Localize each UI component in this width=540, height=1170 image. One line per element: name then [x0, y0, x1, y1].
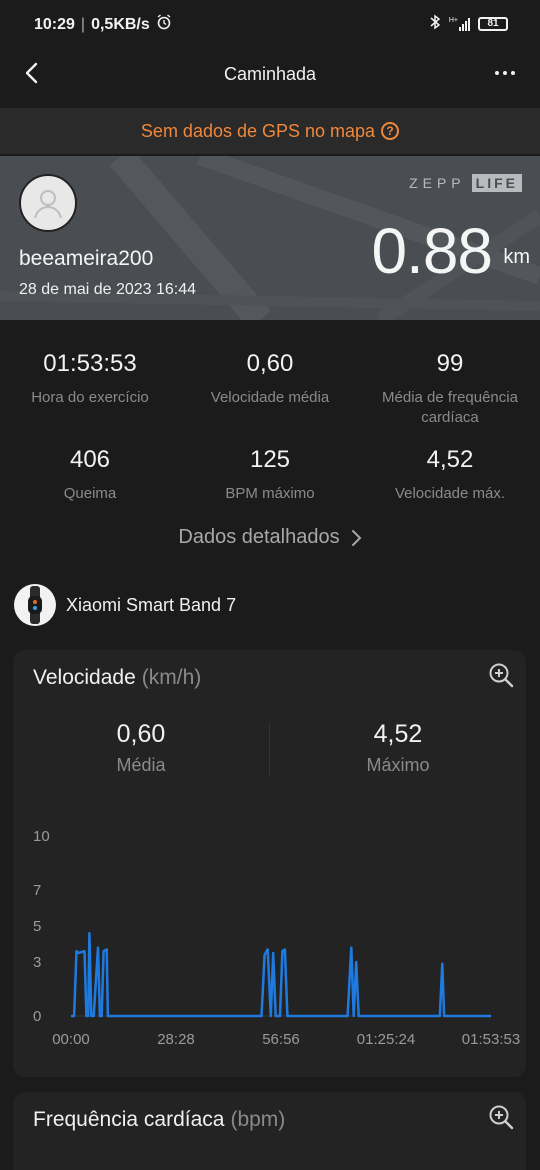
x-tick-label: 01:25:24 [357, 1031, 415, 1048]
speed-max-value: 4,52 [373, 720, 423, 748]
heart-card-title: Frequência cardíaca (bpm) [33, 1108, 285, 1132]
stat-value: 4,52 [426, 446, 474, 473]
user-icon [34, 190, 62, 219]
zepp-life-logo: ZEPP LIFE [409, 174, 522, 192]
distance-value: 0.88 [371, 215, 493, 287]
nav-bar: Caminhada [0, 48, 540, 104]
workout-datetime: 28 de mai de 2023 16:44 [19, 281, 197, 298]
chevron-right-icon [351, 529, 362, 546]
detailed-data-label: Dados detalhados [178, 526, 340, 548]
stat-label: Hora do exercício [31, 389, 149, 406]
stat-max-bpm: 125 BPM máximo [180, 446, 360, 504]
y-tick-label: 7 [33, 882, 41, 899]
battery-icon: 81 [478, 16, 508, 31]
zoom-in-button[interactable] [488, 662, 514, 688]
avatar[interactable] [19, 174, 77, 232]
zoom-in-icon [489, 663, 514, 688]
more-options-button[interactable] [490, 58, 520, 88]
bluetooth-icon [429, 14, 441, 33]
speed-series-line [71, 931, 491, 1018]
distance-unit: km [503, 246, 530, 268]
speed-title-text: Velocidade [33, 666, 136, 689]
alarm-icon [156, 14, 172, 35]
heart-unit: (bpm) [230, 1108, 286, 1131]
stat-duration: 01:53:53 Hora do exercício [0, 350, 180, 408]
y-tick-label: 5 [33, 918, 41, 935]
speed-avg-label: Média [116, 755, 166, 775]
stat-value: 406 [69, 446, 111, 473]
gps-banner[interactable]: Sem dados de GPS no mapa ? [0, 108, 540, 154]
stat-label: Velocidade média [210, 389, 330, 406]
speed-avg-value: 0,60 [116, 720, 166, 748]
speed-max-label: Máximo [366, 755, 430, 775]
y-tick-label: 10 [33, 828, 50, 845]
stat-value: 0,60 [246, 350, 294, 377]
y-tick-label: 0 [33, 1008, 41, 1025]
stat-label: Queima [63, 485, 117, 502]
gps-banner-text: Sem dados de GPS no mapa [140, 120, 376, 141]
x-tick-label: 56:56 [262, 1031, 300, 1048]
page-title: Caminhada [223, 64, 317, 84]
speed-card: Velocidade (km/h) 0,60 Média 4,52 Máximo … [13, 650, 526, 1077]
more-dot-icon [503, 71, 507, 75]
device-row[interactable]: Xiaomi Smart Band 7 [14, 584, 236, 626]
speed-avg: 0,60 Média [13, 720, 269, 776]
signal-icon: H+ [449, 17, 470, 31]
smart-band-icon [14, 584, 56, 626]
help-icon[interactable]: ? [381, 122, 400, 140]
x-tick-label: 01:53:53 [462, 1031, 520, 1048]
network-type: H+ [448, 16, 458, 24]
map-card: beeameira200 28 de mai de 2023 16:44 ZEP… [0, 156, 540, 320]
device-name: Xiaomi Smart Band 7 [66, 594, 237, 615]
brand-right: LIFE [471, 174, 522, 192]
stat-label: Média de frequência cardíaca [382, 389, 518, 426]
zoom-in-button[interactable] [488, 1104, 514, 1130]
stat-max-speed: 4,52 Velocidade máx. [360, 446, 540, 504]
clock-time: 10:29 [34, 15, 75, 33]
stat-avg-speed: 0,60 Velocidade média [180, 350, 360, 408]
stat-value: 99 [436, 350, 464, 377]
brand-left: ZEPP [409, 175, 466, 191]
more-dot-icon [511, 71, 515, 75]
more-dot-icon [495, 71, 499, 75]
speed-card-title: Velocidade (km/h) [33, 666, 201, 690]
stat-value: 01:53:53 [43, 350, 137, 377]
stat-calories: 406 Queima [0, 446, 180, 504]
y-tick-label: 3 [33, 954, 41, 971]
stat-value: 125 [249, 446, 291, 473]
status-separator: | [80, 15, 86, 33]
stat-label: BPM máximo [225, 485, 315, 502]
heart-rate-card: Frequência cardíaca (bpm) [13, 1092, 526, 1170]
speed-chart[interactable]: 0 3 5 7 10 00:00 28:28 56:56 01:25:24 01:53:53 [13, 820, 526, 1050]
detailed-data-link[interactable]: Dados detalhados [0, 526, 540, 549]
stat-label: Velocidade máx. [394, 485, 506, 502]
speed-max: 4,52 Máximo [270, 720, 526, 776]
speed-unit: (km/h) [141, 666, 202, 689]
network-speed: 0,5KB/s [91, 15, 150, 33]
stat-avg-heart-rate: 99 Média de frequência cardíaca [360, 350, 540, 428]
zoom-in-icon [489, 1105, 514, 1130]
x-tick-label: 28:28 [157, 1031, 195, 1048]
heart-title-text: Frequência cardíaca [33, 1108, 225, 1131]
username: beeameira200 [19, 247, 154, 270]
x-tick-label: 00:00 [52, 1031, 90, 1048]
status-bar: 10:29 | 0,5KB/s H+ 81 [0, 0, 540, 48]
